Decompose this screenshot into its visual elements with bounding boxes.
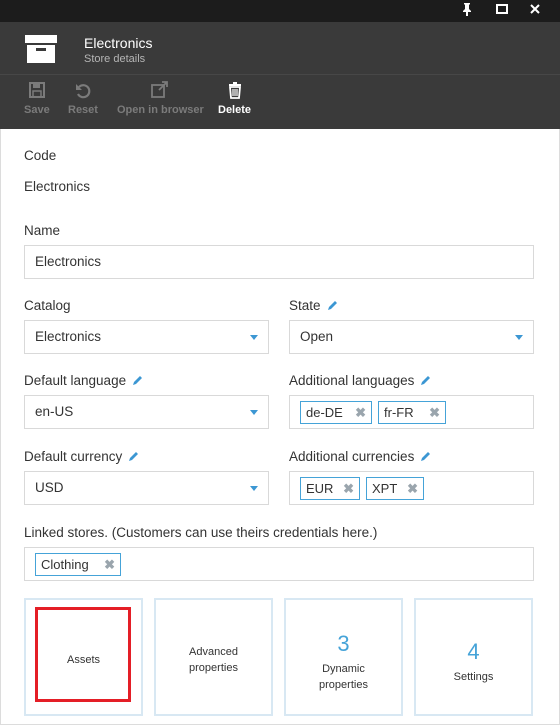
currency-tag: XPT ✖: [366, 477, 424, 500]
additional-languages-label: Additional languages: [289, 373, 415, 388]
additional-languages-field[interactable]: de-DE ✖ fr-FR ✖: [289, 395, 534, 429]
default-currency-label: Default currency: [24, 449, 123, 464]
name-field[interactable]: Electronics: [24, 245, 534, 279]
trash-icon: [218, 81, 251, 101]
linked-stores-label: Linked stores. (Customers can use theirs…: [24, 525, 378, 540]
tag-label: fr-FR: [384, 405, 414, 420]
page-subtitle: Store details: [84, 53, 146, 65]
remove-tag-icon[interactable]: ✖: [429, 402, 440, 423]
default-language-value: en-US: [35, 404, 74, 419]
tag-label: Clothing: [41, 557, 89, 572]
state-select-value: Open: [300, 329, 334, 344]
additional-currencies-field[interactable]: EUR ✖ XPT ✖: [289, 471, 534, 505]
toolbar: Save Reset Open in browser Delete: [0, 74, 560, 129]
currency-tag: EUR ✖: [300, 477, 360, 500]
page-title: Electronics: [84, 35, 153, 51]
advanced-properties-line1: Advanced: [189, 646, 238, 658]
default-language-label-wrap: Default language: [24, 373, 143, 389]
default-currency-value: USD: [35, 480, 64, 495]
linked-stores-field[interactable]: Clothing ✖: [24, 547, 534, 581]
state-select[interactable]: Open: [289, 320, 534, 354]
dynamic-properties-line1: Dynamic: [322, 663, 365, 675]
state-label-wrap: State: [289, 298, 338, 314]
dynamic-properties-count: 3: [337, 631, 350, 656]
advanced-properties-line2: properties: [189, 662, 238, 674]
name-field-value: Electronics: [35, 254, 102, 269]
code-label: Code: [24, 148, 57, 163]
remove-tag-icon[interactable]: ✖: [343, 478, 354, 499]
additional-languages-label-wrap: Additional languages: [289, 373, 431, 389]
settings-tile-label: Settings: [453, 671, 494, 683]
chevron-down-icon: [515, 335, 523, 340]
save-button[interactable]: Save: [24, 81, 50, 116]
delete-label: Delete: [218, 104, 252, 116]
default-language-select[interactable]: en-US: [24, 395, 269, 429]
tag-label: de-DE: [306, 405, 343, 420]
dynamic-properties-line2: properties: [319, 679, 368, 691]
default-currency-label-wrap: Default currency: [24, 449, 139, 465]
open-in-browser-button[interactable]: Open in browser: [117, 81, 204, 116]
highlight-box: [35, 607, 131, 702]
tag-label: XPT: [372, 481, 398, 496]
save-icon: [24, 81, 50, 101]
maximize-icon[interactable]: [493, 2, 511, 20]
undo-icon: [68, 81, 98, 101]
default-currency-select[interactable]: USD: [24, 471, 269, 505]
language-tag: fr-FR ✖: [378, 401, 446, 424]
reset-button[interactable]: Reset: [68, 81, 98, 116]
tag-label: EUR: [306, 481, 334, 496]
open-in-browser-label: Open in browser: [117, 104, 204, 116]
default-language-label: Default language: [24, 373, 127, 388]
catalog-select[interactable]: Electronics: [24, 320, 269, 354]
additional-currencies-label-wrap: Additional currencies: [289, 449, 431, 465]
reset-label: Reset: [68, 104, 98, 116]
remove-tag-icon[interactable]: ✖: [407, 478, 418, 499]
remove-tag-icon[interactable]: ✖: [355, 402, 366, 423]
advanced-properties-tile-text: Advanced properties: [156, 600, 271, 676]
catalog-select-value: Electronics: [35, 329, 102, 344]
dynamic-properties-tile-text: 3 Dynamic properties: [286, 600, 401, 693]
chevron-down-icon: [250, 486, 258, 491]
chevron-down-icon: [250, 410, 258, 415]
language-tag: de-DE ✖: [300, 401, 372, 424]
close-icon[interactable]: [526, 2, 544, 20]
settings-tile[interactable]: 4 Settings: [414, 598, 533, 716]
pencil-icon[interactable]: [327, 299, 338, 314]
pin-icon[interactable]: [458, 2, 476, 20]
settings-count: 4: [467, 639, 480, 664]
dynamic-properties-tile[interactable]: 3 Dynamic properties: [284, 598, 403, 716]
pencil-icon[interactable]: [420, 450, 431, 465]
advanced-properties-tile[interactable]: Advanced properties: [154, 598, 273, 716]
linked-store-tag: Clothing ✖: [35, 553, 121, 576]
window-title-bar: [0, 0, 560, 22]
blade-header: Electronics Store details: [0, 22, 560, 74]
pencil-icon[interactable]: [420, 374, 431, 389]
chevron-down-icon: [250, 335, 258, 340]
catalog-label: Catalog: [24, 298, 71, 313]
delete-button[interactable]: Delete: [218, 81, 251, 116]
additional-currencies-label: Additional currencies: [289, 449, 415, 464]
external-link-icon: [117, 81, 204, 101]
code-value: Electronics: [24, 179, 91, 194]
name-label: Name: [24, 223, 61, 238]
settings-tile-text: 4 Settings: [416, 600, 531, 685]
state-label: State: [289, 298, 321, 313]
pencil-icon[interactable]: [128, 450, 139, 465]
pencil-icon[interactable]: [132, 374, 143, 389]
archive-box-icon: [24, 33, 58, 65]
remove-tag-icon[interactable]: ✖: [104, 554, 115, 575]
save-label: Save: [24, 104, 50, 116]
